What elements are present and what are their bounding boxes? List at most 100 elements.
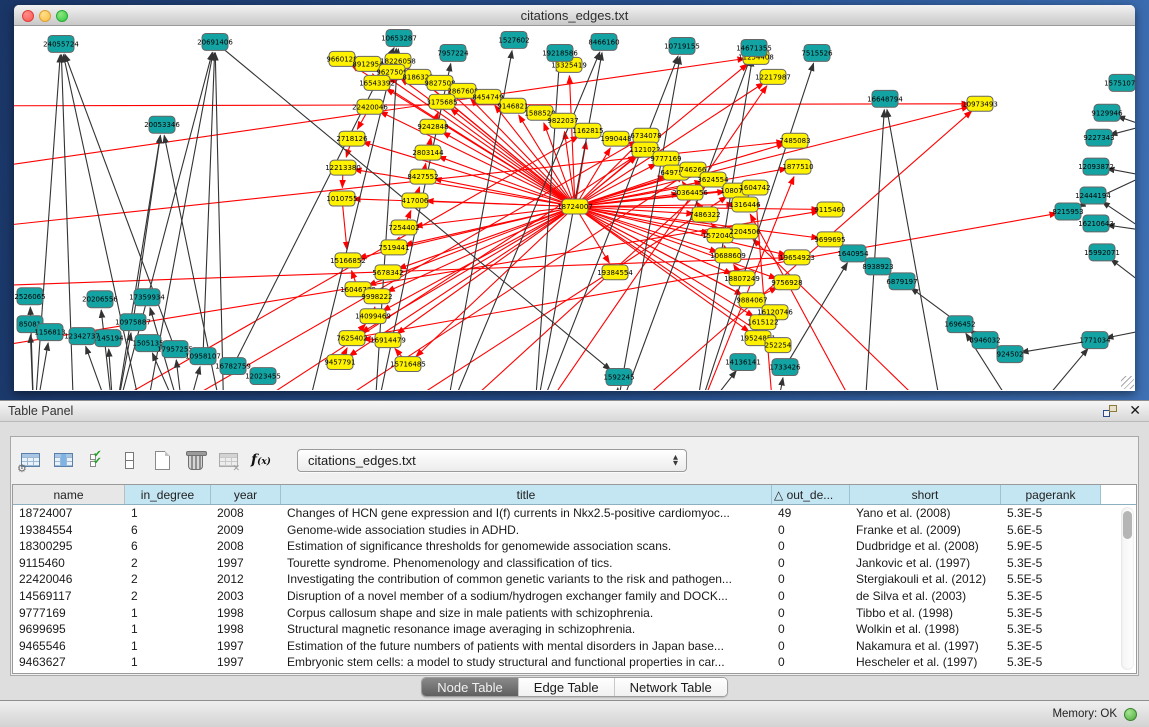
citation-edge-black[interactable] xyxy=(34,343,48,390)
graph-node[interactable]: 16914479 xyxy=(370,333,406,348)
graph-node[interactable]: 12093872 xyxy=(1078,158,1114,175)
graph-node[interactable]: 12444194 xyxy=(1075,187,1111,204)
graph-node[interactable]: 8215953 xyxy=(1052,203,1083,220)
graph-node[interactable]: 18724007 xyxy=(557,199,593,214)
citation-edge-black[interactable] xyxy=(614,58,750,390)
graph-node[interactable]: 16210643 xyxy=(1078,215,1114,232)
graph-node[interactable]: 2204506 xyxy=(729,224,760,239)
graph-node[interactable]: 7519441 xyxy=(378,240,409,255)
graph-node[interactable]: 5678342 xyxy=(372,265,403,280)
graph-node[interactable]: 417006 xyxy=(402,193,429,208)
graph-node[interactable]: 1877510 xyxy=(782,159,813,174)
table-row[interactable]: 946554611997Estimation of the future num… xyxy=(13,638,1120,655)
citation-edge-black[interactable] xyxy=(1111,259,1135,285)
graph-node[interactable]: 12023455 xyxy=(245,368,281,385)
graph-node[interactable]: 12217987 xyxy=(755,69,791,84)
graph-node[interactable]: 15992071 xyxy=(1084,244,1120,261)
float-panel-icon[interactable] xyxy=(1103,405,1117,417)
graph-node[interactable]: 12213380 xyxy=(325,160,361,175)
citation-edge-black[interactable] xyxy=(184,367,200,390)
table-row[interactable]: 1830029562008Estimation of significance … xyxy=(13,538,1120,555)
graph-node[interactable]: 7625402 xyxy=(336,331,367,346)
graph-node[interactable]: 10719155 xyxy=(664,37,700,54)
graph-node[interactable]: 9822037 xyxy=(547,113,578,128)
graph-node[interactable]: 7515526 xyxy=(801,44,832,61)
graph-node[interactable]: 1604742 xyxy=(739,180,770,195)
graph-node[interactable]: 252254 xyxy=(765,338,792,353)
graph-node[interactable]: 14136141 xyxy=(725,354,761,371)
graph-node[interactable]: 14671355 xyxy=(736,39,772,56)
graph-node[interactable]: 1615122 xyxy=(747,315,778,330)
graph-node[interactable]: 9699695 xyxy=(814,232,845,247)
table-settings-icon[interactable]: ⚙ xyxy=(17,447,43,473)
table-row[interactable]: 977716911998Corpus callosum shape and si… xyxy=(13,605,1120,622)
graph-node[interactable]: 2718126 xyxy=(336,131,367,146)
citation-edge-red[interactable] xyxy=(575,205,734,207)
table-row[interactable]: 911546021997Tourette syndrome. Phenomeno… xyxy=(13,555,1120,572)
close-panel-icon[interactable]: ✕ xyxy=(1129,404,1141,418)
graph-node[interactable]: 20691406 xyxy=(197,33,233,50)
row-cells-icon[interactable] xyxy=(116,447,142,473)
graph-node[interactable]: 9115460 xyxy=(814,202,845,217)
graph-node[interactable]: 1592245 xyxy=(603,369,634,386)
graph-node[interactable]: 24055724 xyxy=(43,35,79,52)
graph-node[interactable]: 7485083 xyxy=(779,133,810,148)
table-row[interactable]: 969969511998Structural magnetic resonanc… xyxy=(13,621,1120,638)
table-row[interactable]: 946362711997Embryonic stem cells: a mode… xyxy=(13,654,1120,671)
graph-node[interactable]: 924502 xyxy=(997,346,1024,363)
graph-node[interactable]: 1162815 xyxy=(572,123,603,138)
table-select-dropdown[interactable]: citations_edges.txt ▲▼ xyxy=(297,449,687,472)
graph-node[interactable]: 20206556 xyxy=(82,291,118,308)
graph-node[interactable]: 16648794 xyxy=(867,90,903,107)
graph-node[interactable]: 9756928 xyxy=(771,275,802,290)
citation-edge-black[interactable] xyxy=(534,53,602,390)
graph-node[interactable]: 22420046 xyxy=(352,99,388,114)
column-header-name[interactable]: name xyxy=(13,485,125,504)
column-header-year[interactable]: year xyxy=(211,485,281,504)
graph-node[interactable]: 2803144 xyxy=(412,145,444,160)
graph-node[interactable]: 18807249 xyxy=(724,271,760,286)
tab-node-table[interactable]: Node Table xyxy=(422,678,518,696)
table-scrollbar-thumb[interactable] xyxy=(1123,511,1132,539)
table-row[interactable]: 1938455462009Genome-wide association stu… xyxy=(13,522,1120,539)
graph-node[interactable]: 14099469 xyxy=(355,309,391,324)
citation-edge-black[interactable] xyxy=(614,388,618,390)
graph-node[interactable]: 7486322 xyxy=(689,207,720,222)
graph-node[interactable]: 8938923 xyxy=(862,258,893,275)
column-header-title[interactable]: title xyxy=(281,485,772,504)
citation-edge-black[interactable] xyxy=(887,110,944,390)
graph-node[interactable]: 15166852 xyxy=(330,253,366,268)
graph-node[interactable]: 16543392 xyxy=(359,75,395,90)
graph-node[interactable]: 2526065 xyxy=(14,288,45,305)
tab-network-table[interactable]: Network Table xyxy=(614,678,727,696)
select-rows-icon[interactable]: ✔ ✔ xyxy=(83,447,109,473)
new-column-icon[interactable] xyxy=(149,447,175,473)
minimize-window-button[interactable] xyxy=(39,10,51,22)
citation-edge-black[interactable] xyxy=(1024,349,1088,390)
table-row[interactable]: 1872400712008Changes of HCN gene express… xyxy=(13,505,1120,522)
graph-node[interactable]: 1156813 xyxy=(34,324,65,341)
column-header-out_de[interactable]: △ out_de... xyxy=(772,485,850,504)
graph-node[interactable]: 10653287 xyxy=(381,29,417,46)
function-builder-icon[interactable]: f(x) xyxy=(248,447,274,473)
column-header-short[interactable]: short xyxy=(850,485,1001,504)
graph-node[interactable]: 19654923 xyxy=(779,250,815,265)
graph-node[interactable]: 1733426 xyxy=(769,359,800,376)
graph-node[interactable]: 1771034 xyxy=(1079,332,1111,349)
table-row[interactable]: 1456911722003Disruption of a novel membe… xyxy=(13,588,1120,605)
delete-icon[interactable] xyxy=(182,447,208,473)
graph-node[interactable]: 15716485 xyxy=(390,357,426,372)
graph-node[interactable]: 20053346 xyxy=(144,116,180,133)
graph-node[interactable]: 8427552 xyxy=(407,169,438,184)
graph-node[interactable]: 17359934 xyxy=(129,289,165,306)
column-header-pagerank[interactable]: pagerank xyxy=(1001,485,1101,504)
graph-node[interactable]: 9129946 xyxy=(1091,104,1122,121)
graph-node[interactable]: 9242848 xyxy=(417,119,448,134)
graph-node[interactable]: 1640954 xyxy=(837,245,869,262)
graph-node[interactable]: 19218586 xyxy=(542,44,578,61)
graph-node[interactable]: 8946032 xyxy=(969,332,1000,349)
window-resize-grip[interactable] xyxy=(1121,376,1134,389)
graph-node[interactable]: 10975887 xyxy=(115,314,151,331)
tab-edge-table[interactable]: Edge Table xyxy=(518,678,614,696)
graph-node[interactable]: 15751074 xyxy=(1104,74,1135,91)
